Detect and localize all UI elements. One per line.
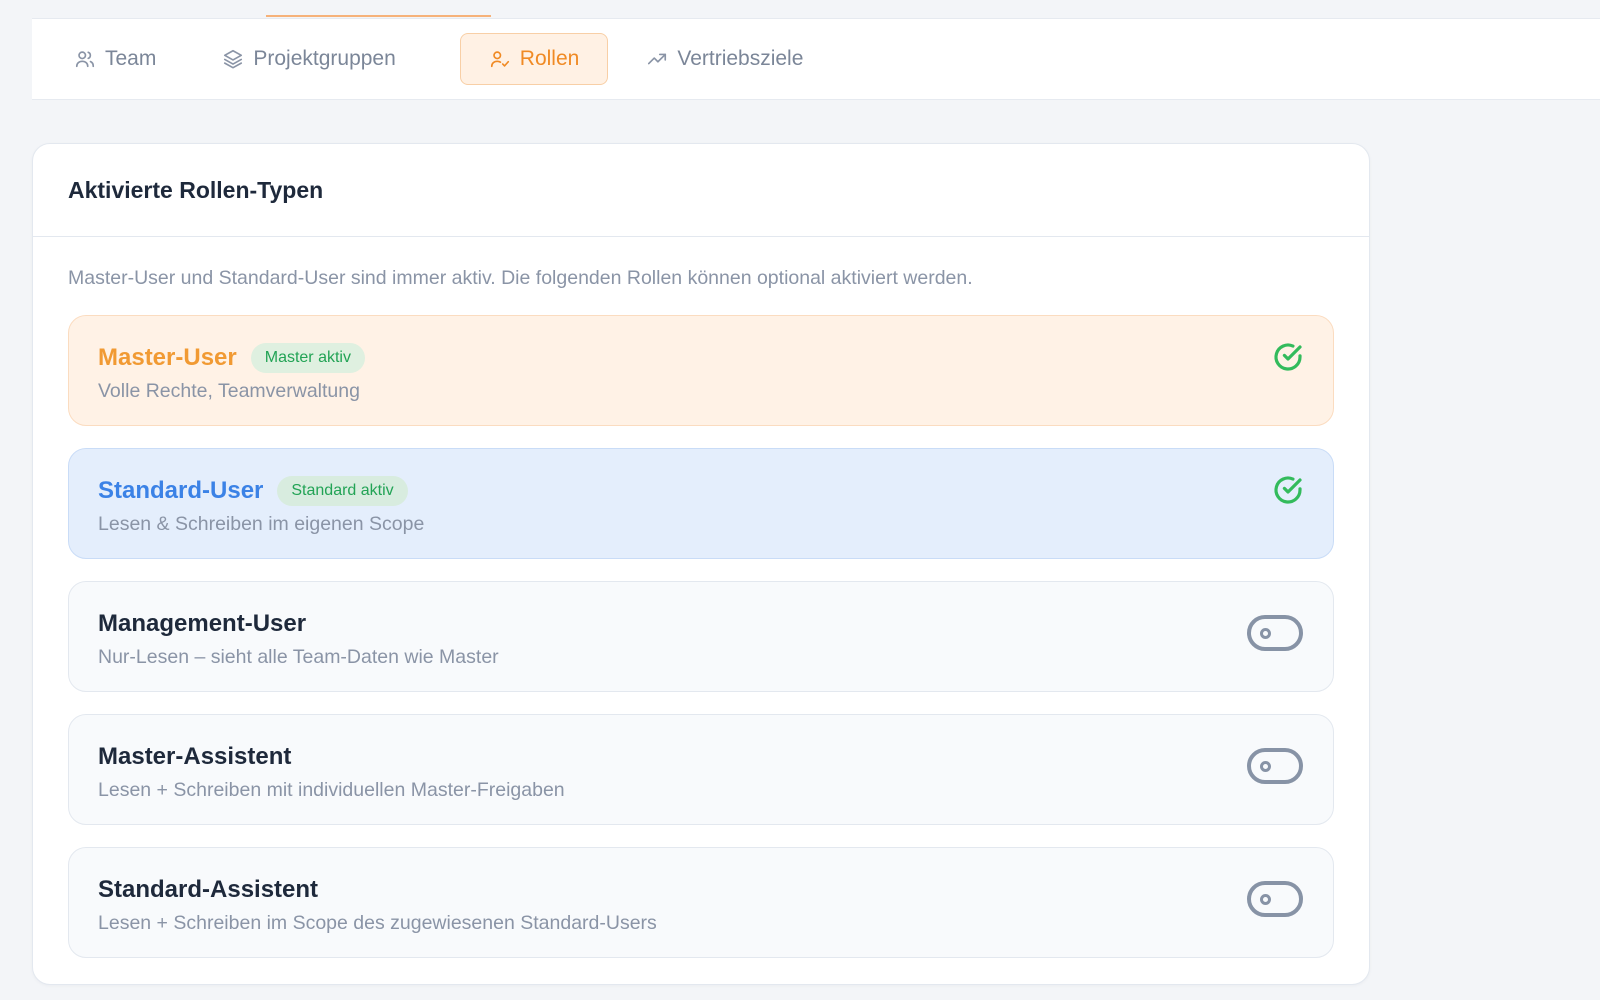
tab-bar: Team Projektgruppen Rollen Vertriebsziel…	[32, 18, 1600, 100]
roles-list: Master-User Master aktiv Volle Rechte, T…	[68, 315, 1334, 980]
role-standard-assistent: Standard-Assistent Lesen + Schreiben im …	[68, 847, 1334, 958]
status-badge: Master aktiv	[250, 343, 365, 373]
role-title: Standard-Assistent	[98, 876, 319, 903]
role-master-user: Master-User Master aktiv Volle Rechte, T…	[68, 315, 1334, 426]
users-icon	[75, 51, 95, 68]
top-progress-indicator	[266, 15, 491, 17]
tab-label: Team	[105, 47, 157, 70]
tab-vertriebsziele[interactable]: Vertriebsziele	[646, 33, 831, 85]
tab-team[interactable]: Team	[74, 33, 184, 85]
tab-label: Projektgruppen	[253, 47, 396, 70]
status-badge: Standard aktiv	[277, 476, 408, 506]
role-title: Standard-User	[98, 477, 264, 504]
toggle-management-user[interactable]	[1247, 615, 1303, 651]
role-description: Lesen & Schreiben im eigenen Scope	[98, 513, 425, 535]
card-description: Master-User und Standard-User sind immer…	[68, 267, 973, 289]
toggle-master-assistent[interactable]	[1247, 748, 1303, 784]
role-title: Management-User	[98, 610, 307, 637]
layers-icon	[224, 49, 243, 69]
role-description: Lesen + Schreiben mit individuellen Mast…	[98, 779, 565, 801]
role-standard-user: Standard-User Standard aktiv Lesen & Sch…	[68, 448, 1334, 559]
trending-up-icon	[648, 53, 667, 65]
tab-label: Rollen	[519, 47, 580, 70]
tab-rollen[interactable]: Rollen	[459, 33, 609, 85]
tab-projektgruppen[interactable]: Projektgruppen	[222, 33, 423, 85]
role-title: Master-Assistent	[98, 743, 292, 770]
tab-label: Vertriebsziele	[677, 47, 804, 70]
role-description: Nur-Lesen – sieht alle Team-Daten wie Ma…	[98, 646, 499, 668]
check-circle-icon	[1272, 474, 1304, 506]
user-check-icon	[490, 51, 509, 68]
card-title: Aktivierte Rollen-Typen	[33, 144, 1369, 237]
role-description: Volle Rechte, Teamverwaltung	[98, 380, 360, 402]
role-management-user: Management-User Nur-Lesen – sieht alle T…	[68, 581, 1334, 692]
role-title: Master-User	[98, 344, 237, 371]
role-description: Lesen + Schreiben im Scope des zugewiese…	[98, 912, 657, 934]
toggle-knob	[1260, 894, 1271, 905]
role-master-assistent: Master-Assistent Lesen + Schreiben mit i…	[68, 714, 1334, 825]
toggle-knob	[1260, 761, 1271, 772]
toggle-standard-assistent[interactable]	[1247, 881, 1303, 917]
toggle-knob	[1260, 628, 1271, 639]
check-circle-icon	[1272, 341, 1304, 373]
roles-card: Aktivierte Rollen-Typen Master-User und …	[32, 143, 1370, 985]
